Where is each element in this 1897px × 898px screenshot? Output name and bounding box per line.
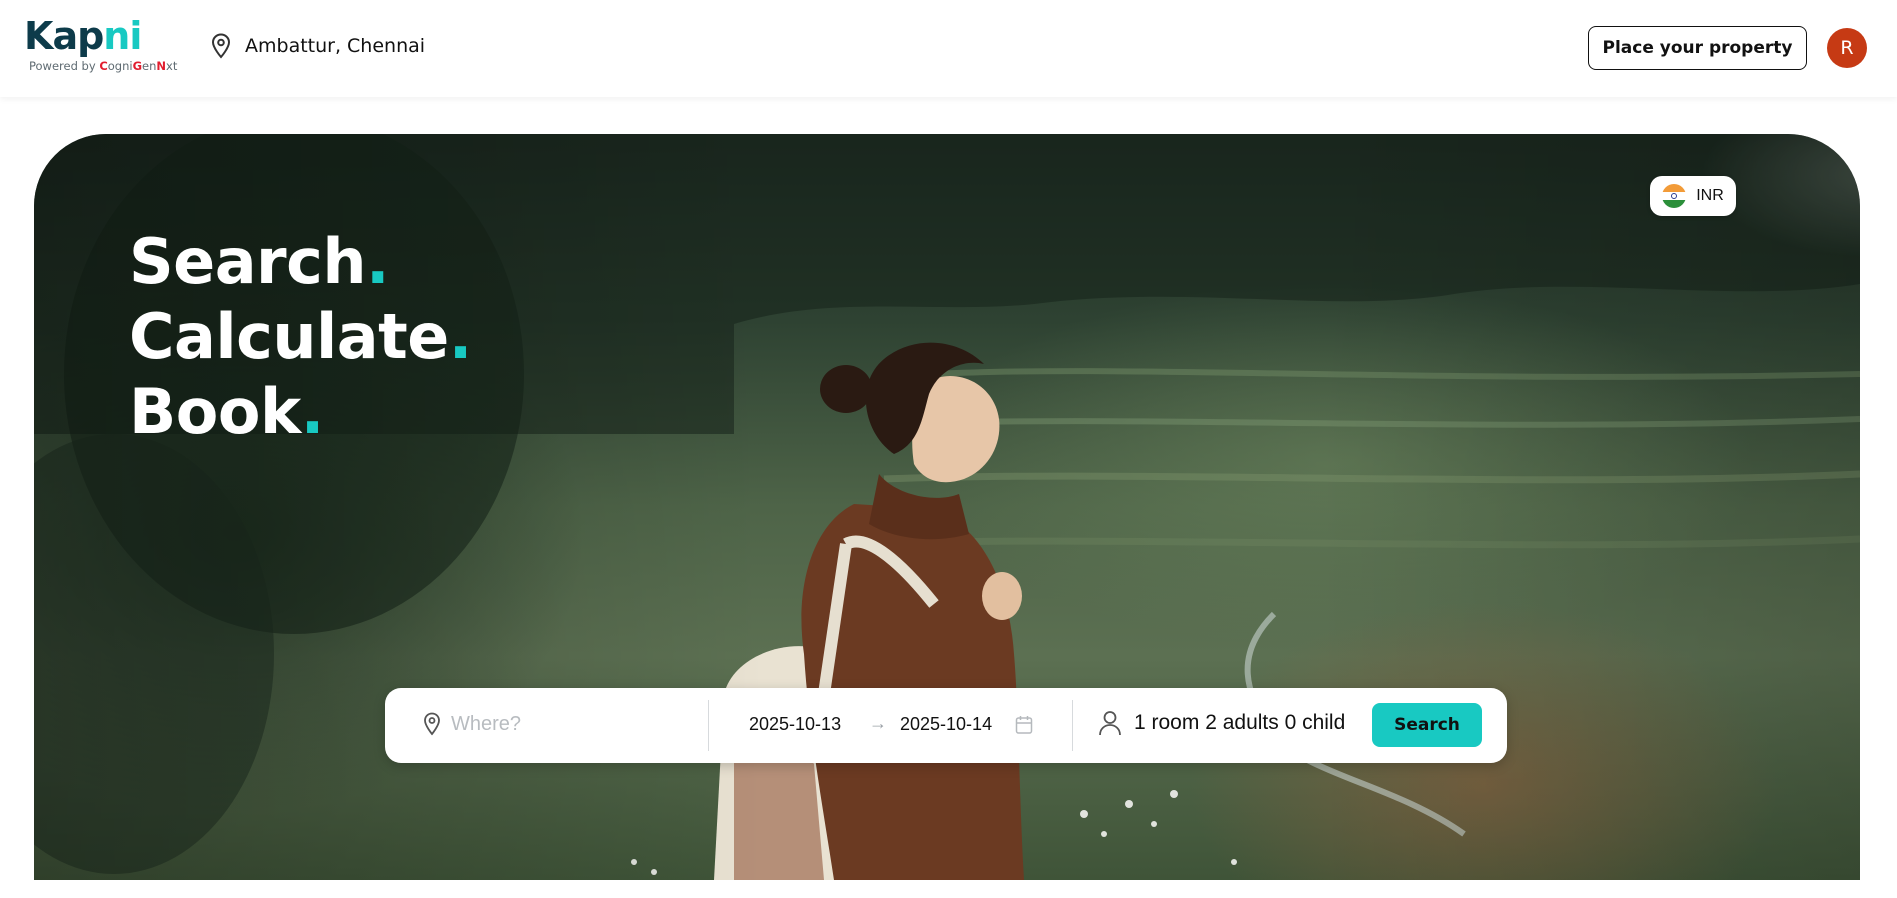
tagline-search: Search. [129,224,472,299]
hero-banner: INR Search. Calculate. Book. [34,134,1860,880]
india-flag-icon [1662,184,1687,208]
kapni-logo[interactable]: Kapni Powered by CogniGenNxt [24,14,177,73]
place-property-button[interactable]: Place your property [1588,26,1807,70]
powered-letter-g: G [132,59,143,73]
divider [1072,700,1073,751]
tagline-dot: . [448,300,473,373]
hero-tagline: Search. Calculate. Book. [129,224,472,449]
powered-by-text: Powered by CogniGenNxt [29,59,177,73]
currency-label: INR [1696,187,1724,204]
where-input[interactable] [451,712,681,736]
logo-part-ni: ni [103,14,142,58]
search-bar: 2025-10-13 → 2025-10-14 1 room 2 adults … [385,688,1507,763]
top-header: Kapni Powered by CogniGenNxt Ambattur, C… [0,0,1897,97]
arrow-right-icon: → [869,713,887,733]
powered-letter-n: N [156,59,167,73]
tagline-word: Calculate [129,300,449,373]
where-field[interactable] [423,712,681,736]
divider [708,700,709,751]
tagline-dot: . [300,375,325,448]
avatar[interactable]: R [1827,28,1867,68]
tagline-book: Book. [129,374,472,449]
logo-part-kap: Kap [24,14,104,58]
logo-wordmark: Kapni [24,14,177,58]
powered-letter-c: C [99,59,108,73]
powered-part-xt: xt [166,59,178,73]
calendar-icon[interactable] [1015,715,1033,735]
powered-part-ogni: ogni [107,59,133,73]
location-text: Ambattur, Chennai [245,35,426,57]
tagline-word: Book [129,375,301,448]
where-pin-icon [424,712,440,736]
tagline-dot: . [366,225,390,298]
person-icon [1099,711,1121,736]
guest-selector[interactable]: 1 room 2 adults 0 child [1098,710,1345,736]
powered-part-en: en [142,59,157,73]
tagline-calculate: Calculate. [129,299,472,374]
location-pin-icon [211,33,231,59]
currency-selector[interactable]: INR [1650,176,1736,216]
powered-prefix: Powered by [29,59,100,73]
checkin-date[interactable]: 2025-10-13 [749,714,841,735]
guest-summary: 1 room 2 adults 0 child [1134,711,1346,734]
checkout-date[interactable]: 2025-10-14 [900,714,992,735]
tagline-word: Search [129,225,367,298]
search-button[interactable]: Search [1372,703,1482,747]
location-selector[interactable]: Ambattur, Chennai [211,33,425,59]
